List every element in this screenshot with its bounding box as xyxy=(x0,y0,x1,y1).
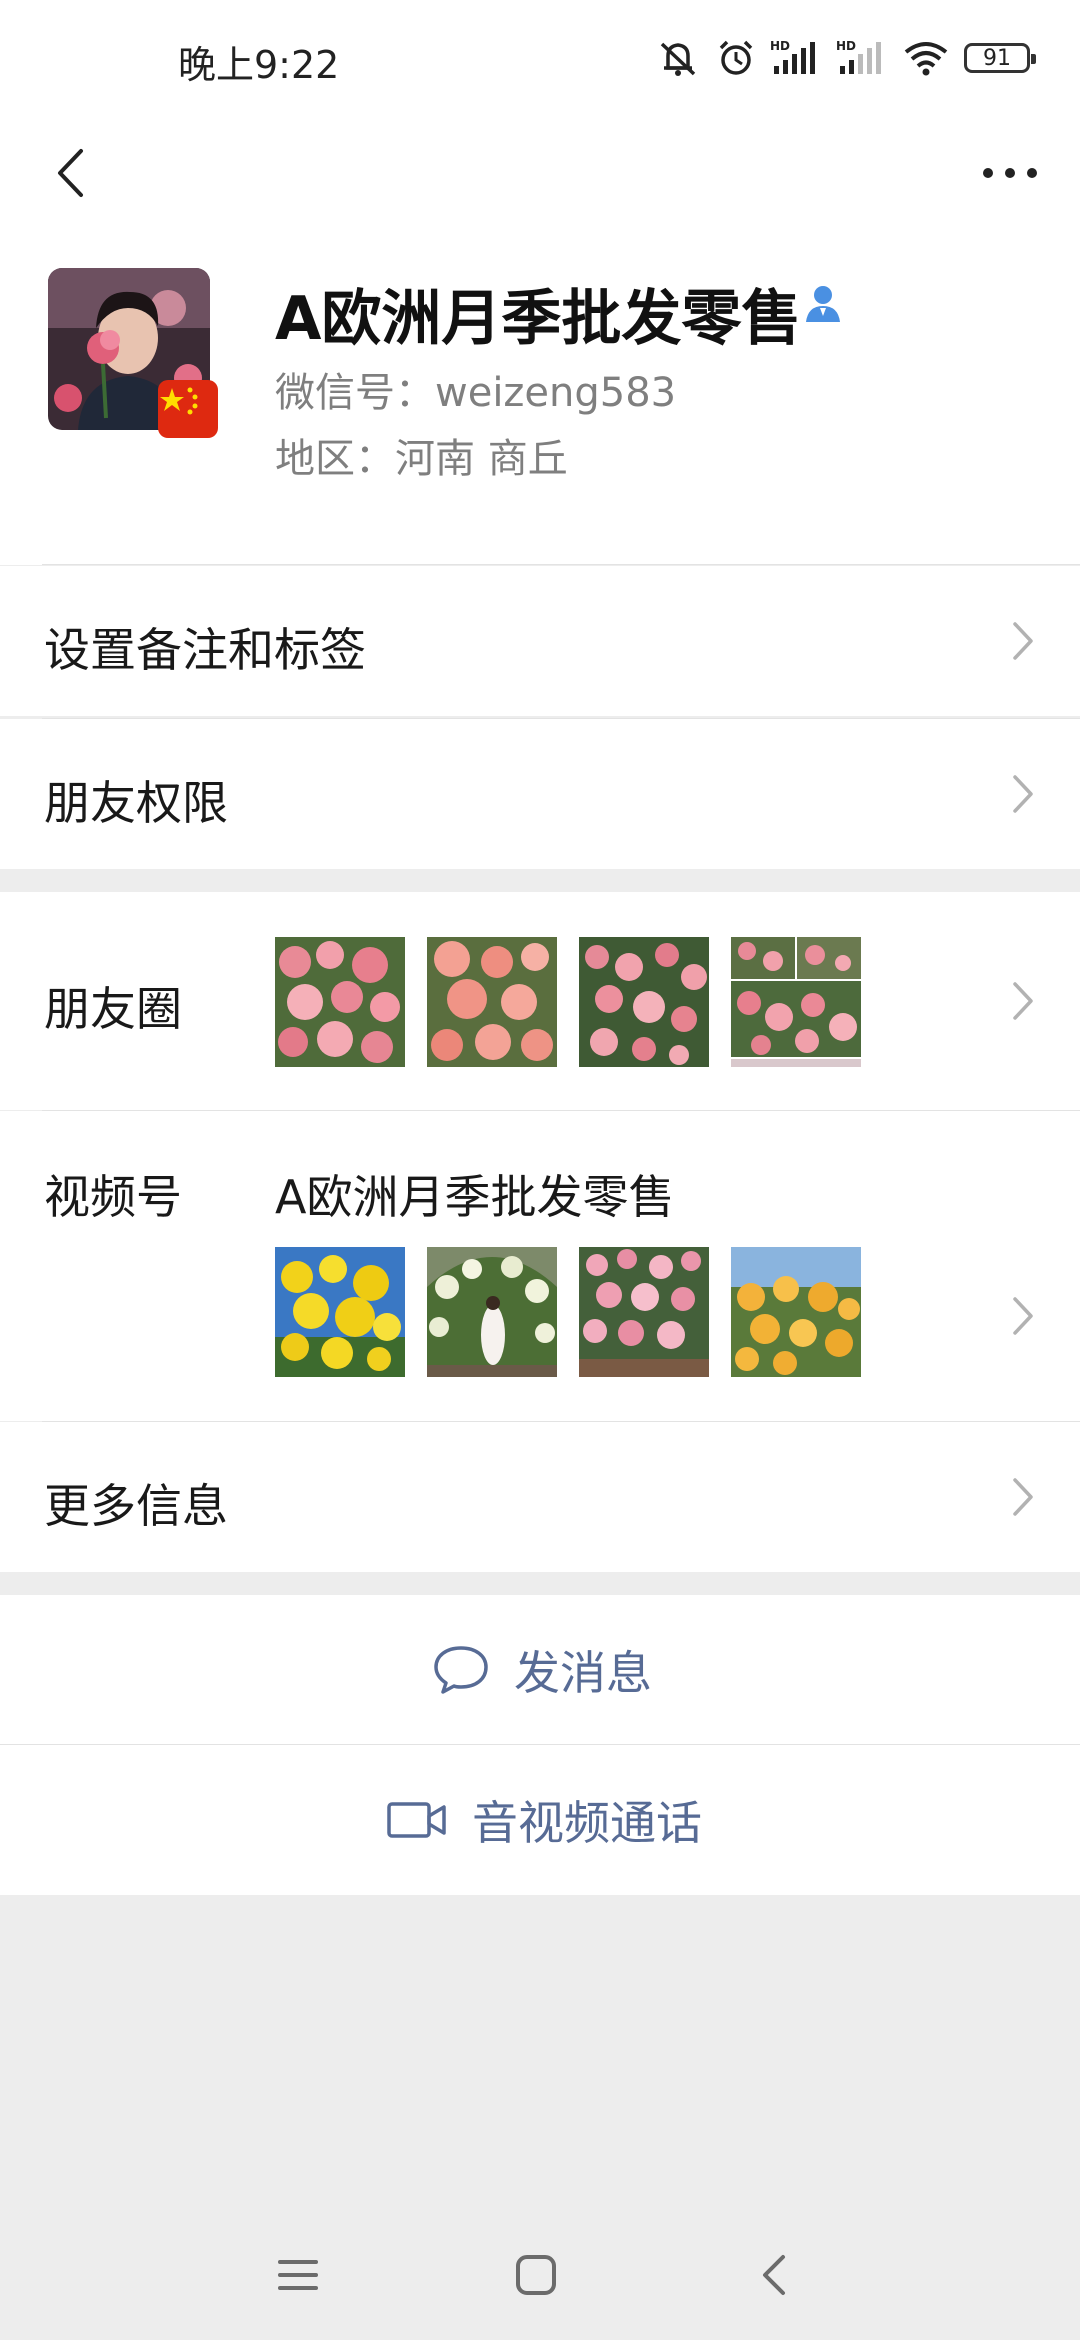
more-info-row[interactable]: 更多信息 xyxy=(0,1422,1080,1572)
contact-name: A欧洲月季批发零售 xyxy=(275,284,802,354)
video-call-button[interactable]: 音视频通话 xyxy=(0,1745,1080,1895)
nav-bar xyxy=(0,120,1080,230)
chevron-right-icon xyxy=(1013,982,1033,1020)
region: 地区：河南 商丘 xyxy=(275,436,568,482)
wifi-icon xyxy=(902,38,950,78)
status-icons: HD HD 91 xyxy=(654,36,1036,80)
chevron-right-icon xyxy=(1013,1297,1033,1335)
permission-label: 朋友权限 xyxy=(44,776,228,830)
recent-apps-button[interactable] xyxy=(258,2240,338,2310)
remark-row[interactable]: 设置备注和标签 xyxy=(0,566,1080,719)
back-chevron-icon xyxy=(58,149,83,197)
home-button[interactable] xyxy=(496,2240,576,2310)
video-call-label: 音视频通话 xyxy=(472,1796,702,1850)
chat-bubble-icon xyxy=(434,1646,488,1694)
chevron-right-icon xyxy=(1013,622,1033,660)
moments-label: 朋友圈 xyxy=(44,982,182,1036)
system-back-button[interactable] xyxy=(734,2240,814,2310)
channels-video-thumbnail xyxy=(427,1247,557,1377)
menu-icon xyxy=(278,2260,318,2290)
home-square-icon xyxy=(516,2255,556,2295)
channels-video-thumbnail xyxy=(731,1247,861,1377)
more-dots-icon xyxy=(983,168,1037,178)
more-button[interactable] xyxy=(960,128,1060,218)
moments-photo xyxy=(275,937,405,1067)
channels-video-thumbnail xyxy=(579,1247,709,1377)
wechat-id: 微信号：weizeng583 xyxy=(275,370,677,416)
china-flag-icon xyxy=(158,380,218,438)
permission-row[interactable]: 朋友权限 xyxy=(0,719,1080,869)
chevron-right-icon xyxy=(1013,775,1033,813)
channels-name: A欧洲月季批发零售 xyxy=(275,1170,675,1224)
svg-text:HD: HD xyxy=(836,39,856,53)
back-chevron-icon xyxy=(763,2255,785,2295)
contact-person-icon xyxy=(800,282,846,330)
svg-text:HD: HD xyxy=(770,39,790,53)
back-button[interactable] xyxy=(30,128,110,218)
channels-row[interactable]: 视频号 A欧洲月季批发零售 xyxy=(0,1111,1080,1422)
signal-hd-icon: HD xyxy=(770,38,822,78)
moments-photo xyxy=(427,937,557,1067)
profile-card: A欧洲月季批发零售 微信号：weizeng583 地区：河南 商丘 xyxy=(0,230,1080,565)
signal-hd-icon: HD xyxy=(836,38,888,78)
chevron-right-icon xyxy=(1013,1478,1033,1516)
channels-video-thumbnail xyxy=(275,1247,405,1377)
mute-icon xyxy=(654,38,702,78)
moments-photo xyxy=(731,937,861,1067)
video-camera-icon xyxy=(387,1802,446,1838)
more-info-label: 更多信息 xyxy=(44,1479,228,1533)
send-message-button[interactable]: 发消息 xyxy=(0,1595,1080,1745)
divider xyxy=(42,564,1080,565)
system-navigation-bar xyxy=(0,2210,1080,2340)
status-time: 晚上9:22 xyxy=(178,43,340,87)
battery-icon: 91 xyxy=(964,43,1036,73)
channels-label: 视频号 xyxy=(44,1170,182,1224)
alarm-icon xyxy=(716,38,756,78)
moments-photo xyxy=(579,937,709,1067)
send-message-label: 发消息 xyxy=(514,1646,652,1700)
remark-label: 设置备注和标签 xyxy=(44,623,366,677)
moments-row[interactable]: 朋友圈 xyxy=(0,892,1080,1111)
status-bar: 晚上9:22 HD HD 91 xyxy=(0,0,1080,120)
